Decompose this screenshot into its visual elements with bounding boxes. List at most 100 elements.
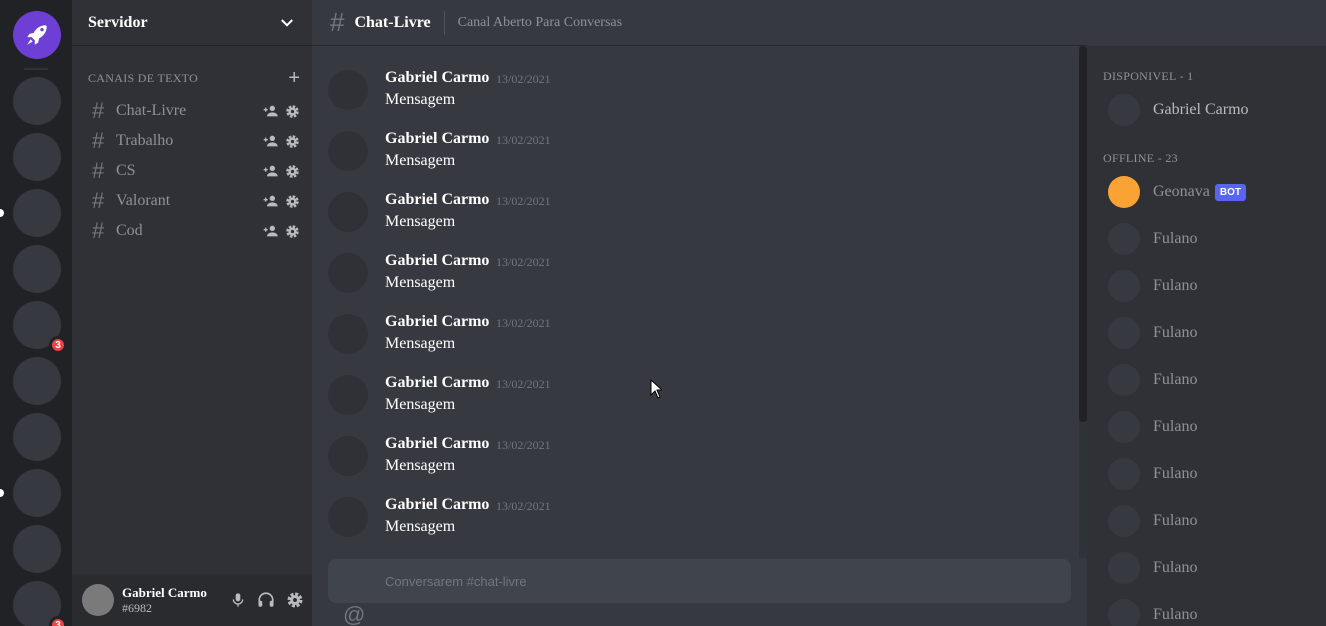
invite-user-icon[interactable]: [263, 163, 279, 179]
home-logo-button[interactable]: [13, 11, 61, 59]
member-name: Fulano: [1153, 606, 1198, 623]
avatar[interactable]: [328, 436, 368, 476]
gear-icon[interactable]: [285, 134, 300, 149]
avatar: [1108, 317, 1140, 349]
message-timestamp: 13/02/2021: [496, 194, 551, 208]
server-icon-7[interactable]: [13, 413, 61, 461]
member-item[interactable]: Fulano: [1108, 222, 1197, 256]
member-name: Fulano: [1153, 230, 1198, 247]
channel-topic: Canal Aberto Para Conversas: [457, 14, 623, 30]
avatar[interactable]: [328, 70, 368, 110]
hash-icon: #: [92, 218, 105, 243]
rocket-logo-icon: [27, 25, 47, 45]
avatar[interactable]: [82, 584, 114, 616]
microphone-icon[interactable]: [230, 591, 246, 609]
server-name: Servidor: [88, 13, 148, 31]
invite-user-icon[interactable]: [263, 193, 279, 209]
server-header[interactable]: Servidor: [72, 0, 312, 46]
message-author[interactable]: Gabriel Carmo: [385, 252, 489, 270]
channel-item-cod[interactable]: # Cod: [80, 216, 308, 246]
invite-user-icon[interactable]: [263, 223, 279, 239]
member-item[interactable]: Fulano: [1108, 363, 1197, 397]
message-author[interactable]: Gabriel Carmo: [385, 496, 489, 514]
channel-name: Valorant: [116, 192, 171, 209]
channel-item-cs[interactable]: # CS: [80, 156, 308, 186]
avatar[interactable]: [328, 375, 368, 415]
server-icon-4[interactable]: [13, 245, 61, 293]
message-author[interactable]: Gabriel Carmo: [385, 130, 489, 148]
server-icon-8[interactable]: [13, 469, 61, 517]
member-item[interactable]: Gabriel Carmo: [1108, 93, 1249, 127]
gear-icon[interactable]: [286, 591, 304, 609]
headphones-icon[interactable]: [257, 591, 275, 609]
message-author[interactable]: Gabriel Carmo: [385, 191, 489, 209]
server-icon-9[interactable]: [13, 525, 61, 573]
message-timestamp: 13/02/2021: [496, 438, 551, 452]
hash-icon: #: [330, 7, 345, 37]
message-author[interactable]: Gabriel Carmo: [385, 313, 489, 331]
message-timestamp: 13/02/2021: [496, 499, 551, 513]
message-author[interactable]: Gabriel Carmo: [385, 435, 489, 453]
rail-separator: [24, 68, 48, 70]
server-icon-6[interactable]: [13, 357, 61, 405]
channel-category: CANAIS DE TEXTO +: [88, 68, 300, 88]
server-unread-pill: [0, 489, 4, 497]
message-input-placeholder: Conversarem #chat-livre: [385, 573, 527, 589]
member-name: Geonava: [1153, 183, 1210, 200]
member-name: Fulano: [1153, 371, 1198, 388]
message-author[interactable]: Gabriel Carmo: [385, 69, 489, 87]
scrollbar-thumb[interactable]: [1079, 46, 1087, 422]
server-icon-3[interactable]: [13, 189, 61, 237]
message-text: Mensagem: [385, 457, 456, 474]
server-unread-pill: [0, 209, 4, 217]
channel-sidebar: Servidor CANAIS DE TEXTO + # Chat-Livre …: [72, 0, 312, 626]
server-icon-5[interactable]: 3: [13, 301, 67, 354]
message-list: Gabriel Carmo 13/02/2021 Mensagem Gabrie…: [312, 62, 1072, 557]
at-sign-icon: @: [343, 602, 366, 626]
gear-icon[interactable]: [285, 104, 300, 119]
member-name: Fulano: [1153, 324, 1198, 341]
mouse-cursor-icon: [650, 379, 662, 399]
member-item[interactable]: Fulano: [1108, 551, 1197, 585]
invite-user-icon[interactable]: [263, 133, 279, 149]
gear-icon[interactable]: [285, 224, 300, 239]
message-scrollbar[interactable]: [1079, 46, 1087, 558]
user-tag: #6982: [122, 600, 152, 615]
message-timestamp: 13/02/2021: [496, 255, 551, 269]
member-name: Fulano: [1153, 418, 1198, 435]
avatar: [1108, 94, 1140, 126]
member-item[interactable]: Fulano: [1108, 598, 1197, 626]
member-name: Fulano: [1153, 277, 1198, 294]
avatar[interactable]: [328, 253, 368, 293]
member-item[interactable]: Fulano: [1108, 457, 1197, 491]
message-text: Mensagem: [385, 213, 456, 230]
server-icon-2[interactable]: [13, 133, 61, 181]
member-item[interactable]: Geonava BOT: [1108, 175, 1246, 209]
gear-icon[interactable]: [285, 164, 300, 179]
message-input[interactable]: Conversarem #chat-livre: [328, 559, 1071, 603]
channel-item-chat-livre[interactable]: # Chat-Livre: [80, 96, 308, 126]
avatar[interactable]: [328, 131, 368, 171]
avatar[interactable]: [328, 497, 368, 537]
member-item[interactable]: Fulano: [1108, 410, 1197, 444]
message-author[interactable]: Gabriel Carmo: [385, 374, 489, 392]
message-text: Mensagem: [385, 152, 456, 169]
message-timestamp: 13/02/2021: [496, 316, 551, 330]
channel-name: Trabalho: [116, 132, 174, 149]
gear-icon[interactable]: [285, 194, 300, 209]
channel-item-trabalho[interactable]: # Trabalho: [80, 126, 308, 156]
message-text: Mensagem: [385, 91, 456, 108]
avatar[interactable]: [328, 192, 368, 232]
invite-user-icon[interactable]: [263, 103, 279, 119]
channel-name: Chat-Livre: [116, 102, 187, 119]
avatar[interactable]: [328, 314, 368, 354]
server-icon-10[interactable]: 3: [13, 581, 67, 626]
member-item[interactable]: Fulano: [1108, 269, 1197, 303]
server-icon-1[interactable]: [13, 77, 61, 125]
member-item[interactable]: Fulano: [1108, 504, 1197, 538]
avatar: [1108, 458, 1140, 490]
channel-name: Cod: [116, 222, 143, 239]
add-channel-icon[interactable]: +: [288, 68, 300, 88]
member-item[interactable]: Fulano: [1108, 316, 1197, 350]
channel-item-valorant[interactable]: # Valorant: [80, 186, 308, 216]
